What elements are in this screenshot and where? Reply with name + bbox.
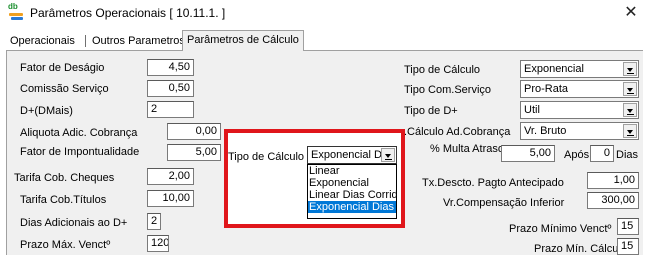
fator-desagio-label: Fator de Deságio	[20, 62, 105, 74]
prazo-min-venct-input[interactable]: 15	[617, 218, 639, 235]
tab-outros-parametros[interactable]: Outros Parametros	[88, 33, 189, 50]
calculo-ad-label: .Cálculo Ad.Cobrança	[404, 126, 511, 138]
dias-adicionais-label: Dias Adicionais ao D+	[20, 217, 128, 229]
tab-strip: Operacionais Outros Parametros Parâmetro…	[6, 30, 646, 51]
multa-atraso-label: % Multa Atraso	[430, 143, 504, 155]
comissao-servico-label: Comissão Serviço	[20, 83, 109, 95]
prazo-min-calculo-input[interactable]: 15	[617, 238, 639, 255]
tx-descto-label: Tx.Descto. Pagto Antecipado	[422, 177, 564, 189]
apos-label: Após	[564, 149, 590, 161]
prazo-min-calculo-label: Prazo Mín. Cálculo	[534, 243, 627, 255]
tarifa-titulos-input[interactable]: 10,00	[147, 190, 194, 207]
tx-descto-input[interactable]: 1,00	[587, 172, 639, 189]
tarifa-cheques-label: Tarifa Cob. Cheques	[14, 172, 115, 184]
tarifa-cheques-input[interactable]: 2,00	[147, 168, 194, 185]
tipo-com-servico-select[interactable]: Pro-Rata	[520, 80, 639, 98]
impontualidade-label: Fator de Impontualidade	[20, 146, 140, 158]
tipo-calculo-select[interactable]: Exponencial	[520, 60, 639, 78]
multa-dias-input[interactable]: 0	[590, 145, 614, 162]
multa-atraso-input[interactable]: 5,00	[501, 145, 555, 162]
prazo-min-venct-label: Prazo Mínimo Venctº	[509, 223, 612, 235]
close-icon[interactable]: ✕	[620, 2, 642, 24]
prazo-max-input[interactable]: 120	[147, 235, 169, 252]
dias-label: Dias	[616, 149, 639, 161]
vr-compensacao-label: Vr.Compensação Inferior	[443, 197, 565, 209]
tipo-d-select[interactable]: Util	[520, 101, 639, 119]
tipo-calculo-label: Tipo de Cálculo	[404, 64, 481, 76]
tipo-com-servico-label: Tipo Com.Serviço	[404, 84, 492, 96]
chevron-down-icon[interactable]	[623, 62, 637, 76]
chevron-down-icon[interactable]	[623, 103, 637, 117]
prazo-max-label: Prazo Máx. Venctº	[20, 239, 111, 251]
calculo-ad-select[interactable]: Vr. Bruto	[520, 122, 639, 140]
tipo-calculo-dropdown-list: Linear Exponencial Linear Dias Corrido E…	[307, 164, 397, 219]
chevron-down-icon[interactable]	[381, 148, 395, 162]
dropdown-option-exponencial[interactable]: Exponencial	[308, 177, 396, 189]
window-title: Parâmetros Operacionais [ 10.11.1. ]	[30, 6, 226, 20]
dropdown-option-linear[interactable]: Linear	[308, 165, 396, 177]
d-dmais-label: D+(DMais)	[20, 105, 73, 117]
dropdown-option-exponencial-dias[interactable]: Exponencial Dias	[308, 201, 396, 213]
tipo-d-label: Tipo de D+	[404, 105, 458, 117]
tab-parametros-calculo[interactable]: Parâmetros de Cálculo	[182, 30, 304, 51]
dias-adicionais-input[interactable]: 2	[147, 213, 161, 230]
fator-desagio-input[interactable]: 4,50	[147, 59, 194, 76]
overlay-tipo-calculo-label: Tipo de Cálculo	[228, 151, 305, 163]
chevron-down-icon[interactable]	[623, 82, 637, 96]
chevron-down-icon[interactable]	[623, 124, 637, 138]
vr-compensacao-input[interactable]: 300,00	[587, 192, 639, 209]
title-bar: db Parâmetros Operacionais [ 10.11.1. ] …	[0, 0, 647, 28]
tab-operacionais[interactable]: Operacionais	[6, 33, 79, 50]
overlay-tipo-calculo-select[interactable]: Exponencial D	[307, 146, 397, 164]
tarifa-titulos-label: Tarifa Cob.Títulos	[20, 194, 107, 206]
tab-divider	[85, 35, 86, 47]
comissao-servico-input[interactable]: 0,50	[147, 80, 194, 97]
aliquota-input[interactable]: 0,00	[167, 123, 221, 140]
dropdown-option-linear-dias-corridos[interactable]: Linear Dias Corrido	[308, 189, 396, 201]
impontualidade-input[interactable]: 5,00	[167, 144, 221, 161]
app-logo-icon: db	[8, 2, 26, 22]
d-dmais-input[interactable]: 2	[147, 101, 194, 118]
aliquota-label: Aliquota Adic. Cobrança	[20, 127, 138, 139]
